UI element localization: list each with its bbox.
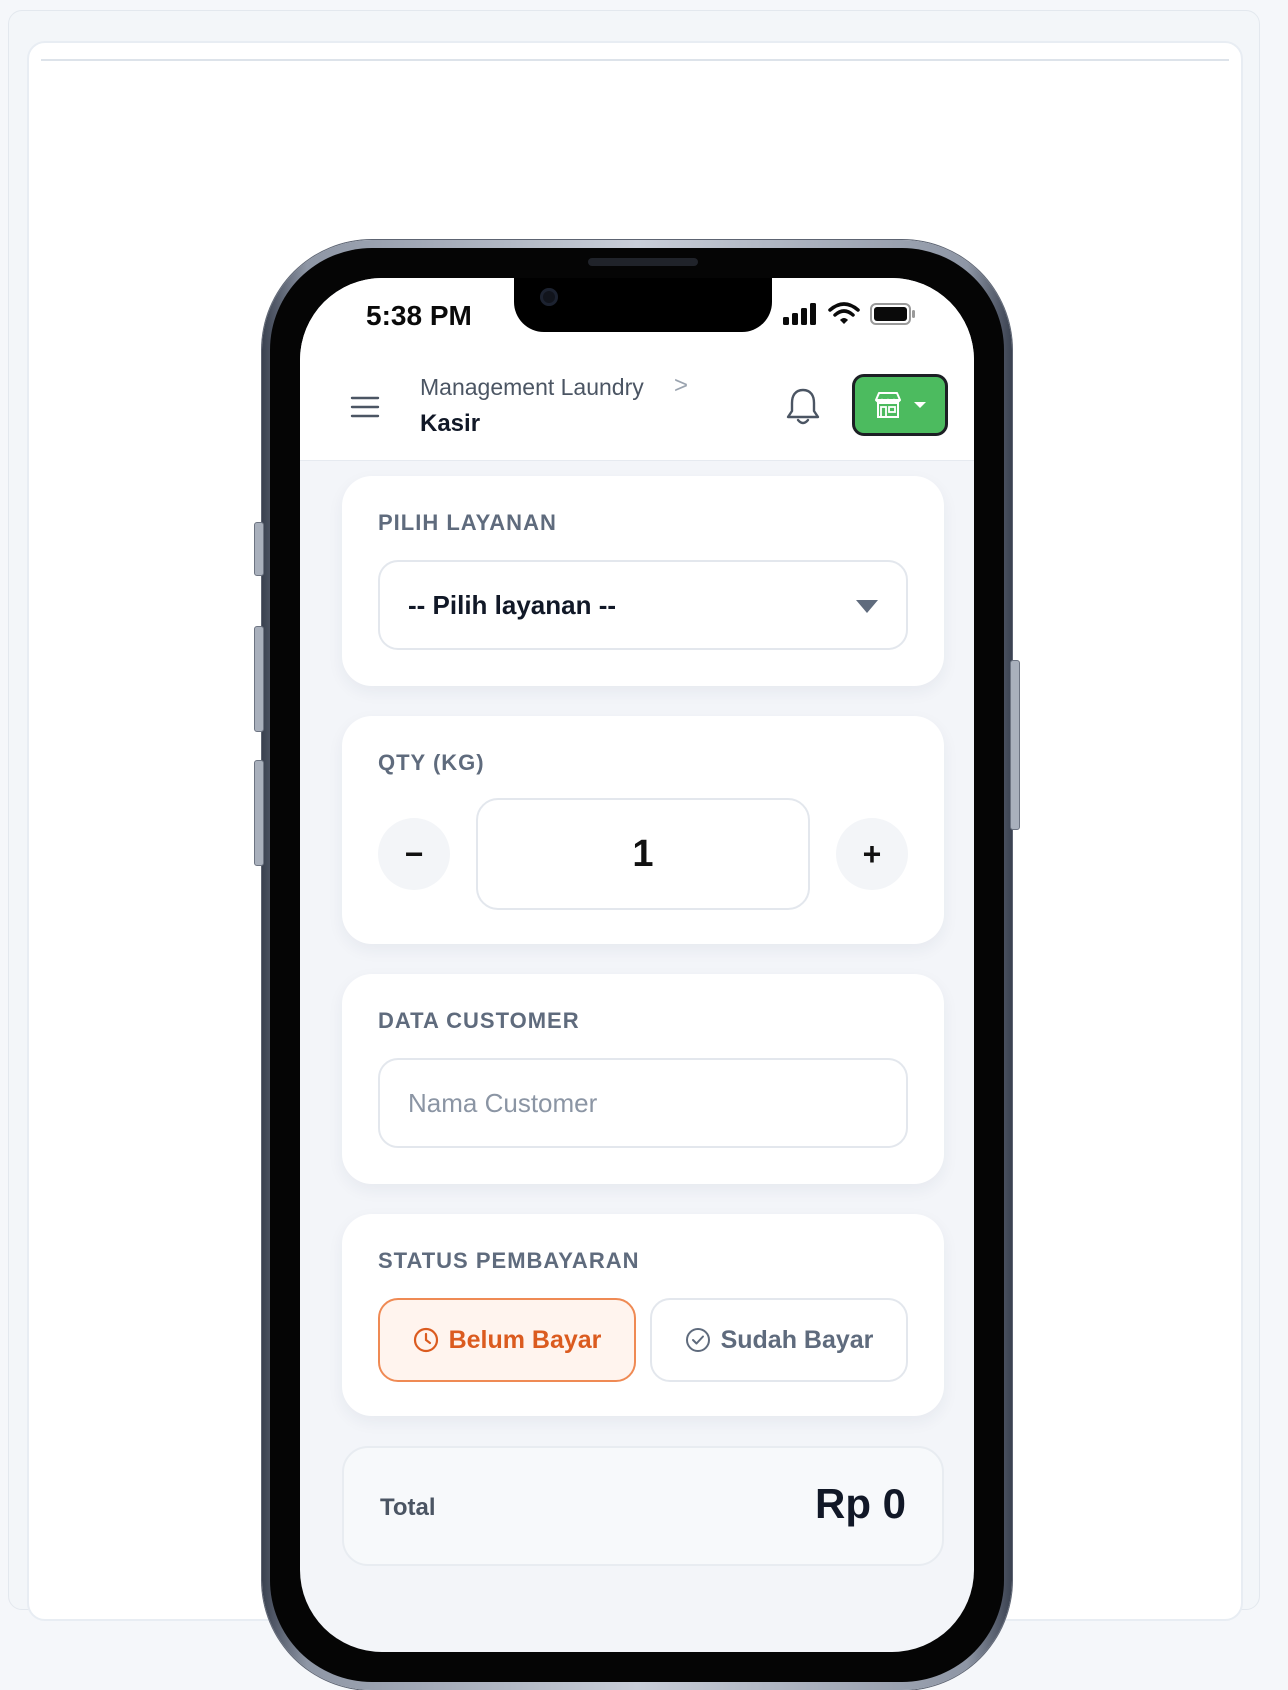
unpaid-option-button[interactable]: Belum Bayar xyxy=(378,1298,636,1382)
total-value: Rp 0 xyxy=(814,1480,906,1527)
status-icons xyxy=(782,302,916,326)
service-select[interactable]: -- Pilih layanan -- xyxy=(378,560,908,650)
paid-option-button[interactable]: Sudah Bayar xyxy=(650,1298,908,1382)
panel-divider xyxy=(41,59,1229,61)
phone-bezel: 5:38 PM Management Laundry > Kasir PILIH… xyxy=(270,248,1004,1682)
check-circle-icon xyxy=(685,1328,710,1352)
service-selected-value: -- Pilih layanan -- xyxy=(408,590,617,620)
unpaid-option-label: Belum Bayar xyxy=(448,1325,602,1354)
phone-side-button-power xyxy=(1010,660,1020,830)
notification-button[interactable] xyxy=(784,386,822,426)
caret-down-icon xyxy=(914,402,926,408)
customer-name-input[interactable] xyxy=(378,1058,908,1148)
total-card: Total Rp 0 xyxy=(342,1446,944,1566)
breadcrumb-current: Kasir xyxy=(420,410,481,437)
phone-notch xyxy=(514,278,772,332)
phone-screen: 5:38 PM Management Laundry > Kasir PILIH… xyxy=(300,278,974,1652)
phone-side-button-volume-down xyxy=(254,760,264,866)
customer-card: DATA CUSTOMER xyxy=(342,974,944,1184)
payment-status-label: STATUS PEMBAYARAN xyxy=(378,1248,640,1273)
payment-status-card: STATUS PEMBAYARAN Belum Bayar Sudah Baya… xyxy=(342,1214,944,1416)
chevron-right-icon: > xyxy=(674,372,689,399)
cellular-signal-icon xyxy=(783,303,816,325)
phone-speaker xyxy=(588,258,698,266)
service-label: PILIH LAYANAN xyxy=(378,510,557,535)
camera-icon xyxy=(540,288,558,306)
wifi-icon xyxy=(828,302,860,324)
breadcrumb-parent[interactable]: Management Laundry xyxy=(420,374,644,401)
phone-side-button-volume-up xyxy=(254,626,264,732)
store-switcher-button[interactable] xyxy=(852,374,948,436)
quantity-card: QTY (KG) − 1 + xyxy=(342,716,944,944)
phone-side-button-silent xyxy=(254,522,264,576)
phone-mockup: 5:38 PM Management Laundry > Kasir PILIH… xyxy=(254,240,1020,1690)
store-icon xyxy=(875,392,901,418)
total-label: Total xyxy=(380,1494,436,1521)
battery-icon xyxy=(870,303,915,325)
status-time: 5:38 PM xyxy=(366,300,472,331)
paid-option-label: Sudah Bayar xyxy=(720,1325,874,1354)
decrement-button[interactable]: − xyxy=(378,818,450,890)
menu-button[interactable] xyxy=(348,390,382,424)
service-card: PILIH LAYANAN -- Pilih layanan -- xyxy=(342,476,944,686)
quantity-value[interactable]: 1 xyxy=(476,798,810,910)
clock-icon xyxy=(413,1327,438,1353)
caret-down-icon xyxy=(856,600,878,613)
customer-label: DATA CUSTOMER xyxy=(378,1008,580,1033)
quantity-label: QTY (KG) xyxy=(378,750,485,775)
hamburger-icon xyxy=(350,396,380,418)
bell-icon xyxy=(786,388,820,425)
app-header: Management Laundry > Kasir xyxy=(300,358,974,461)
increment-button[interactable]: + xyxy=(836,818,908,890)
